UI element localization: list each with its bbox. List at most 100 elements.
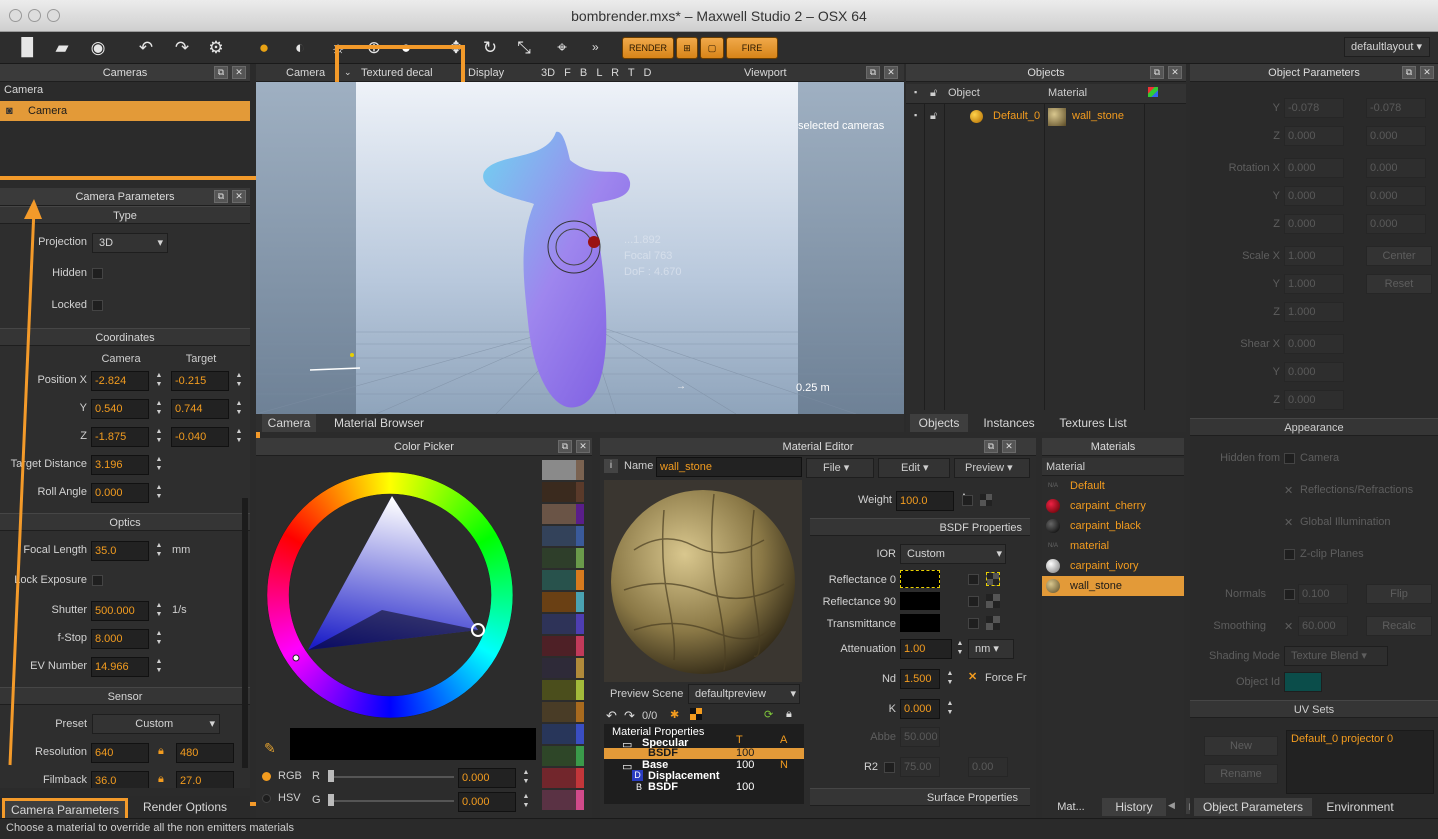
- rotation-x-field-2[interactable]: 0.000: [1366, 158, 1426, 178]
- color-swatch[interactable]: [542, 614, 584, 634]
- scrollbar[interactable]: [242, 498, 248, 768]
- tab-object-parameters[interactable]: Object Parameters: [1194, 798, 1312, 816]
- refresh-icon[interactable]: ⟳: [764, 708, 773, 721]
- normals-checkbox[interactable]: [1284, 589, 1295, 600]
- material-item[interactable]: carpaint_ivory: [1042, 556, 1184, 576]
- edit-menu[interactable]: Edit ▾: [878, 458, 950, 478]
- scale-x-field[interactable]: 1.000: [1284, 246, 1344, 266]
- shading-mode-select[interactable]: Texture Blend ▾: [1284, 646, 1388, 666]
- settings-gear-icon[interactable]: ⚙: [206, 38, 226, 58]
- target-y-field[interactable]: 0.744: [171, 399, 229, 419]
- close-icon[interactable]: ✕: [232, 190, 246, 203]
- transmittance-map-checkbox[interactable]: [968, 618, 979, 629]
- view-left[interactable]: L: [596, 67, 602, 79]
- stepper-icon[interactable]: ▲▼: [153, 541, 165, 561]
- material-picker-icon[interactable]: ◐: [290, 38, 310, 58]
- refl-checkbox[interactable]: ✕: [1284, 484, 1293, 497]
- close-icon[interactable]: ✕: [576, 440, 590, 453]
- shutter-field[interactable]: 500.000: [91, 601, 149, 621]
- stepper-icon[interactable]: ▲▼: [233, 399, 245, 419]
- lock-icon[interactable]: 🔒︎: [158, 745, 164, 758]
- attenuation-unit-select[interactable]: nm ▾: [968, 639, 1014, 659]
- layout-select[interactable]: defaultlayout ▾: [1344, 37, 1430, 57]
- checker-icon[interactable]: [690, 708, 702, 720]
- target-z-field[interactable]: -0.040: [171, 427, 229, 447]
- g-value-field[interactable]: 0.000: [458, 792, 516, 812]
- material-item[interactable]: carpaint_black: [1042, 516, 1184, 536]
- color-wheel[interactable]: [262, 470, 518, 720]
- shear-x-field[interactable]: 0.000: [1284, 334, 1344, 354]
- r2-field-a[interactable]: 75.00: [900, 757, 940, 777]
- close-icon[interactable]: ✕: [1002, 440, 1016, 453]
- preview-scene-select[interactable]: defaultpreview ▾: [688, 684, 800, 704]
- bsdf-properties-section[interactable]: BSDF Properties: [810, 518, 1030, 536]
- lock-icon[interactable]: 🔒︎: [786, 708, 792, 721]
- focal-length-field[interactable]: 35.0: [91, 541, 149, 561]
- surface-properties-section[interactable]: Surface Properties: [810, 788, 1030, 806]
- transmittance-color[interactable]: [900, 614, 940, 632]
- close-icon[interactable]: ✕: [884, 66, 898, 79]
- material-item[interactable]: carpaint_cherry: [1042, 496, 1184, 516]
- nd-field[interactable]: 1.500: [900, 669, 940, 689]
- frame-render-icon[interactable]: ▢: [700, 37, 724, 59]
- eyedropper-icon[interactable]: ✎: [264, 740, 276, 757]
- camera-pos-x-field[interactable]: -2.824: [91, 371, 149, 391]
- roll-angle-field[interactable]: 0.000: [91, 483, 149, 503]
- color-swatch[interactable]: [542, 768, 584, 788]
- rotate-icon[interactable]: ↻: [480, 38, 500, 58]
- recalc-button[interactable]: Recalc: [1366, 616, 1432, 636]
- tree-specular-bsdf-weight[interactable]: 100: [736, 747, 754, 759]
- stepper-icon[interactable]: ▲▼: [944, 669, 956, 689]
- g-slider[interactable]: [328, 800, 454, 802]
- float-panel-icon[interactable]: ⧉: [866, 66, 880, 79]
- position-y-field-2[interactable]: -0.078: [1366, 98, 1426, 118]
- shear-z-field[interactable]: 0.000: [1284, 390, 1344, 410]
- color-swatch[interactable]: [542, 592, 584, 612]
- tab-camera[interactable]: Camera: [262, 414, 316, 432]
- open-folder-icon[interactable]: ▰: [52, 38, 72, 58]
- display-menu[interactable]: Display: [468, 67, 504, 79]
- uv-sets-section[interactable]: UV Sets: [1190, 700, 1438, 718]
- preview-menu[interactable]: Preview ▾: [954, 458, 1030, 478]
- close-window-button[interactable]: [9, 9, 22, 22]
- ior-select[interactable]: Custom ▾: [900, 544, 1006, 564]
- minimize-window-button[interactable]: [28, 9, 41, 22]
- pivot-icon[interactable]: ⌖: [552, 38, 572, 58]
- stepper-icon[interactable]: ▲▼: [153, 455, 165, 475]
- stepper-icon[interactable]: ▲▼: [153, 601, 165, 621]
- stepper-icon[interactable]: ▲▼: [233, 427, 245, 447]
- stepper-icon[interactable]: ▲▼: [153, 657, 165, 677]
- sphere-material-icon[interactable]: ●: [254, 38, 274, 58]
- normals-field[interactable]: 0.100: [1298, 584, 1348, 604]
- r2-field-b[interactable]: 0.00: [968, 757, 1008, 777]
- stepper-icon[interactable]: ▲▼: [153, 483, 165, 503]
- render-button[interactable]: RENDER: [622, 37, 674, 59]
- close-icon[interactable]: ✕: [1168, 66, 1182, 79]
- appearance-section[interactable]: Appearance: [1190, 418, 1438, 436]
- tab-textures-list[interactable]: Textures List: [1050, 414, 1136, 432]
- stepper-icon[interactable]: ▲▼: [520, 792, 532, 812]
- tab-materials[interactable]: Mat...: [1046, 798, 1096, 816]
- fstop-field[interactable]: 8.000: [91, 629, 149, 649]
- tab-objects[interactable]: Objects: [910, 414, 968, 432]
- float-panel-icon[interactable]: ⧉: [984, 440, 998, 453]
- rename-uv-button[interactable]: Rename: [1204, 764, 1278, 784]
- texture-slot-icon[interactable]: [980, 494, 992, 506]
- view-down[interactable]: D: [644, 67, 652, 79]
- uv-set-item[interactable]: Default_0 projector 0: [1291, 733, 1393, 745]
- tree-selected-row[interactable]: [604, 748, 804, 759]
- rotation-z-field[interactable]: 0.000: [1284, 214, 1344, 234]
- zclip-checkbox[interactable]: [1284, 549, 1295, 560]
- stepper-icon[interactable]: ▲▼: [153, 427, 165, 447]
- stepper-icon[interactable]: ▲▼: [153, 399, 165, 419]
- resolution-width-field[interactable]: 640: [91, 743, 149, 763]
- rotation-x-field[interactable]: 0.000: [1284, 158, 1344, 178]
- texture-slot-icon[interactable]: [986, 594, 1000, 608]
- tab-history[interactable]: History: [1102, 798, 1166, 816]
- weight-field[interactable]: 100.0: [896, 491, 954, 511]
- rgb-radio[interactable]: [262, 772, 271, 781]
- tab-render-options[interactable]: Render Options: [134, 798, 236, 816]
- lock-icon[interactable]: 🔓︎: [930, 110, 937, 123]
- redo-icon[interactable]: ↷: [624, 708, 635, 724]
- scale-z-field[interactable]: 1.000: [1284, 302, 1344, 322]
